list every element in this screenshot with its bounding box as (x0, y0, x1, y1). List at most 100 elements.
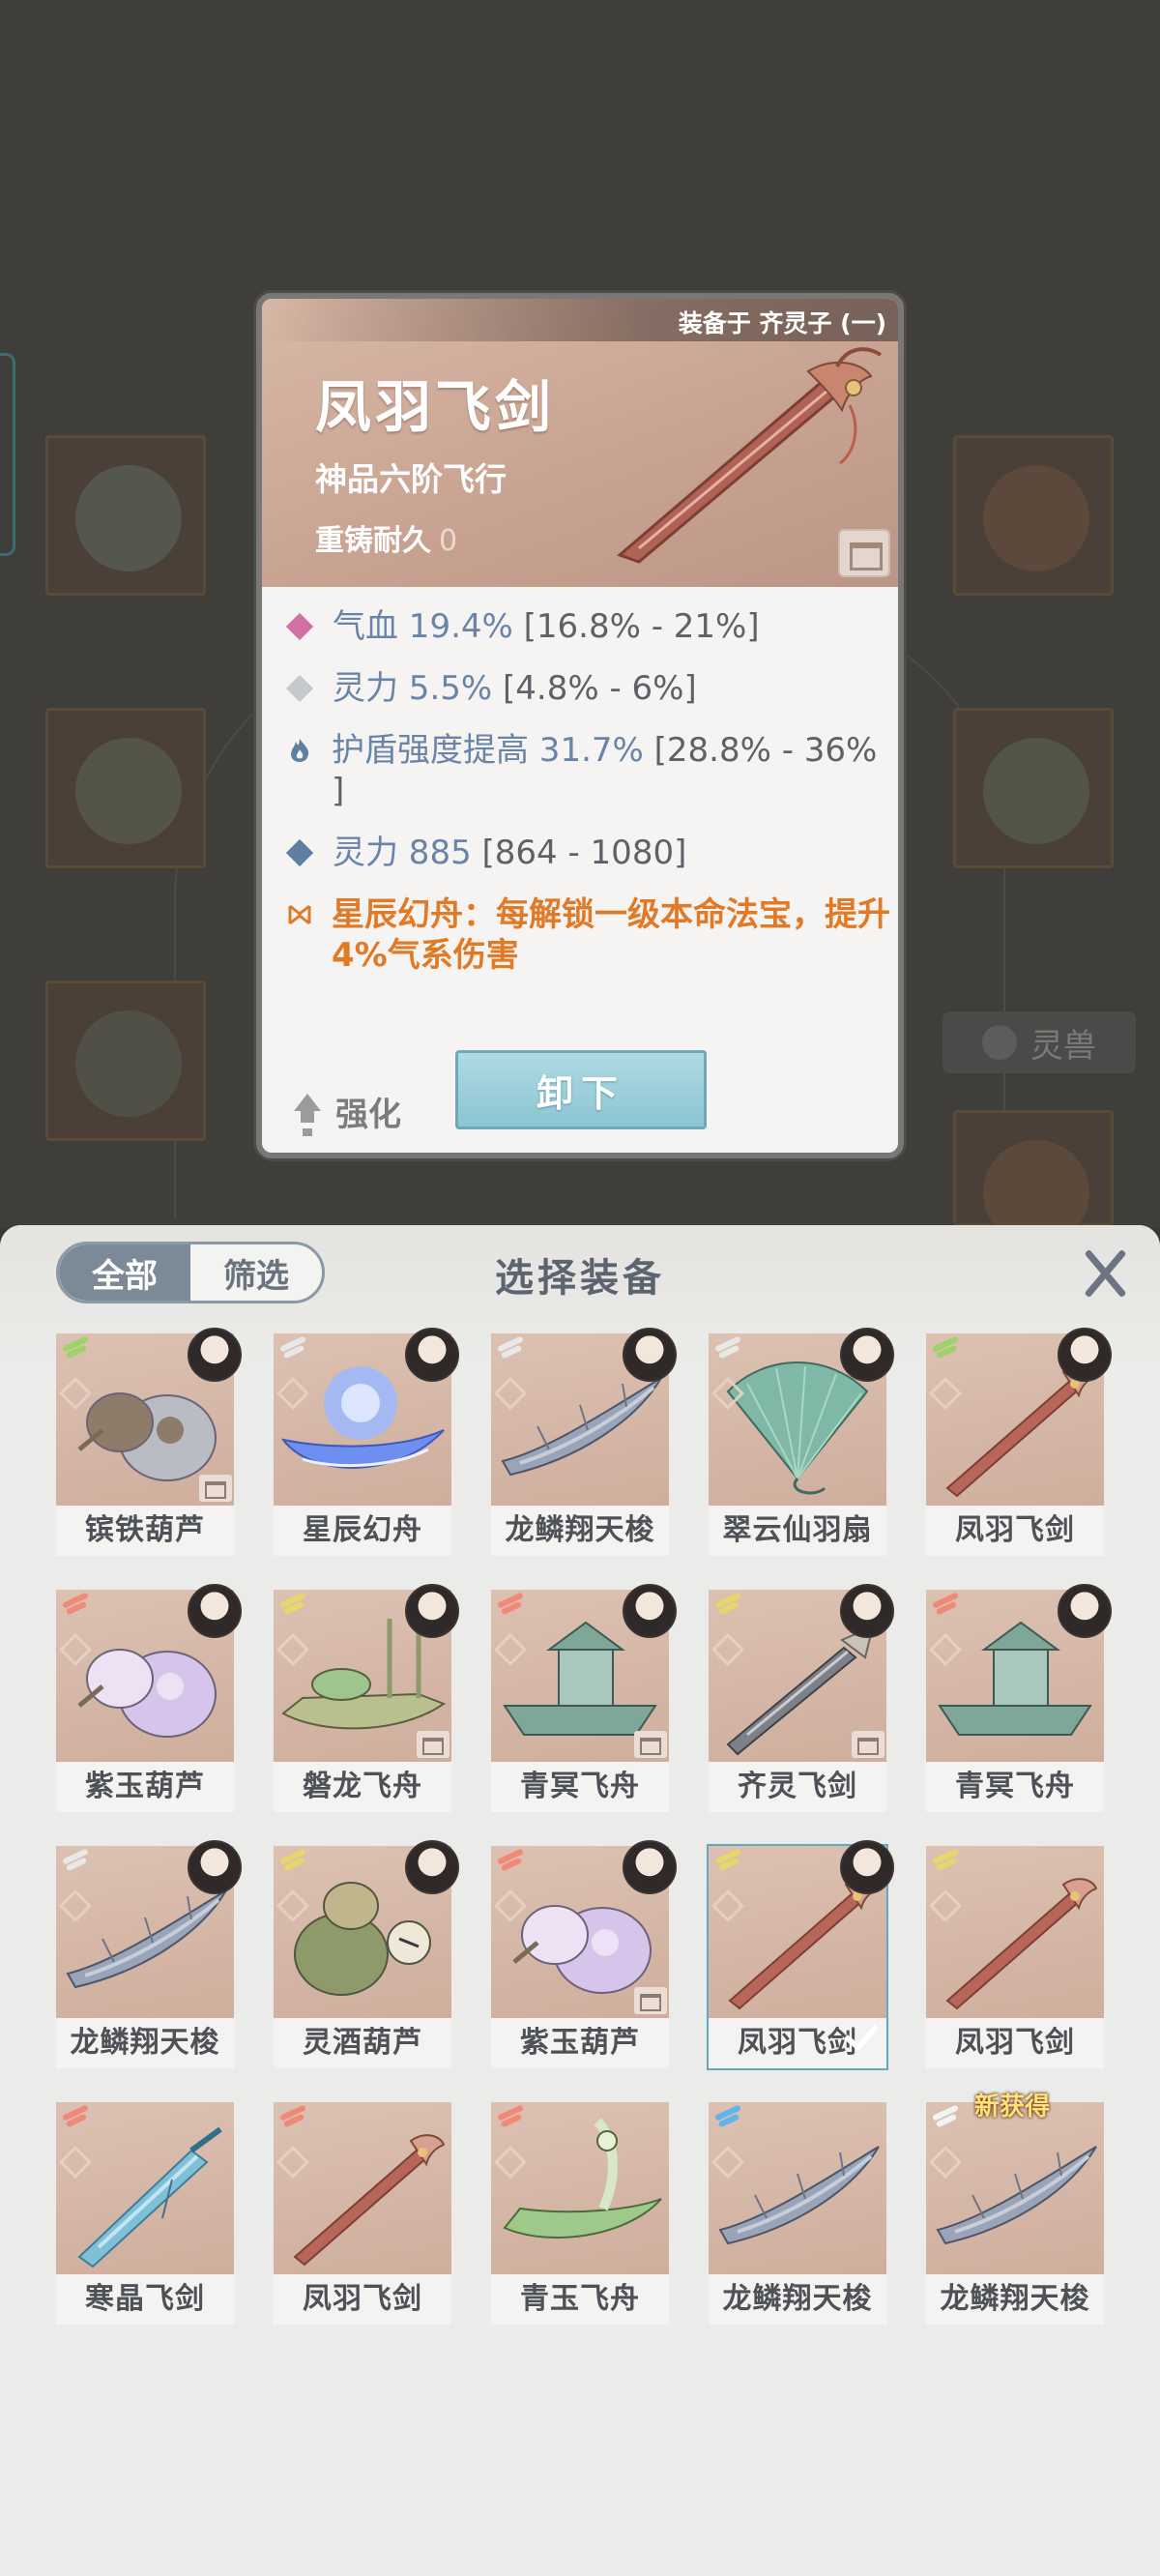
left-edge-tab[interactable] (0, 353, 15, 556)
equipment-name: 紫玉葫芦 (491, 2018, 669, 2068)
panel-title: 选择装备 (495, 1256, 665, 1301)
equipment-card[interactable]: 灵酒葫芦 (274, 1840, 459, 2068)
equipment-name: 龙鳞翔天梭 (926, 2274, 1104, 2325)
equipment-name: 凤羽飞剑 (926, 2018, 1104, 2068)
equipment-art (56, 2102, 234, 2274)
equipment-card[interactable]: 青冥飞舟 (491, 1584, 677, 1812)
grey-diamond-icon (285, 674, 314, 703)
equipment-name: 翠云仙羽扇 (709, 1506, 886, 1556)
rarity-wing-icon (497, 1850, 528, 1873)
background-equip-slot[interactable] (45, 708, 206, 868)
flame-icon (291, 739, 309, 762)
equipment-name: 青冥飞舟 (491, 1762, 669, 1812)
equipment-card[interactable]: 青玉飞舟 (491, 2102, 669, 2325)
owner-avatar (1058, 1584, 1112, 1638)
rarity-wing-icon (932, 1337, 963, 1361)
equipment-name: 凤羽飞剑 (926, 1506, 1104, 1556)
owner-avatar (188, 1840, 242, 1894)
rarity-wing-icon (932, 2106, 963, 2129)
equipment-card[interactable]: 齐灵飞剑 (709, 1584, 894, 1812)
background-equip-slot[interactable] (45, 435, 206, 596)
stat-row: 气血 19.4% [16.8% - 21%] (281, 606, 890, 647)
equipment-card[interactable]: 翠云仙羽扇 (709, 1328, 894, 1556)
owner-avatar (840, 1840, 894, 1894)
upgrade-arrow-icon (291, 1093, 324, 1130)
equipment-art (274, 2102, 451, 2274)
equipment-name: 龙鳞翔天梭 (56, 2018, 234, 2068)
lock-icon[interactable] (838, 529, 890, 577)
rarity-wing-icon (497, 2106, 528, 2129)
equipment-card[interactable]: 凤羽飞剑 (274, 2102, 451, 2325)
rarity-wing-icon (62, 1850, 93, 1873)
equipment-card[interactable]: 紫玉葫芦 (56, 1584, 242, 1812)
rarity-wing-icon (62, 2106, 93, 2129)
close-icon[interactable] (1081, 1246, 1129, 1301)
new-badge: 新获得 (974, 2093, 1051, 2122)
equipment-art (709, 2102, 886, 2274)
equipment-card[interactable]: 龙鳞翔天梭 (56, 1840, 242, 2068)
background-equip-slot[interactable] (953, 1110, 1114, 1246)
equipment-card[interactable]: 星辰幻舟 (274, 1328, 459, 1556)
blue-diamond-icon (285, 838, 314, 867)
equipment-card[interactable]: 凤羽飞剑 (926, 1846, 1104, 2068)
owner-avatar (1058, 1328, 1112, 1382)
rarity-wing-icon (714, 1850, 745, 1873)
rarity-wing-icon (62, 1594, 93, 1617)
owner-avatar (840, 1328, 894, 1382)
lock-icon (852, 1731, 884, 1758)
equipment-name: 青玉飞舟 (491, 2274, 669, 2325)
lock-icon (199, 1475, 232, 1502)
equipment-card[interactable]: 镔铁葫芦 (56, 1328, 242, 1556)
rarity-wing-icon (714, 1337, 745, 1361)
equipment-name: 龙鳞翔天梭 (491, 1506, 669, 1556)
item-grade: 神品六阶飞行 (315, 460, 507, 498)
owner-avatar (623, 1584, 677, 1638)
owner-avatar (840, 1584, 894, 1638)
owner-avatar (405, 1328, 459, 1382)
rarity-wing-icon (279, 1337, 310, 1361)
rarity-wing-icon (714, 2106, 745, 2129)
rarity-wing-icon (714, 1594, 745, 1617)
special-effect-icon (288, 904, 311, 925)
rarity-wing-icon (279, 1594, 310, 1617)
detail-header: 装备于 齐灵子 (一) 凤羽飞剑 神品六阶飞行 重铸耐久 0 (262, 299, 898, 587)
background-equip-slot[interactable] (45, 981, 206, 1141)
owner-avatar (188, 1328, 242, 1382)
unequip-button[interactable]: 卸下 (455, 1050, 707, 1129)
equipment-name: 灵酒葫芦 (274, 2018, 451, 2068)
equipment-name: 寒晶飞剑 (56, 2274, 234, 2325)
pink-diamond-icon (285, 612, 314, 641)
equipment-card[interactable]: 龙鳞翔天梭 新获得 (926, 2093, 1104, 2325)
recast-durability: 重铸耐久 0 (315, 524, 458, 558)
special-effect-row: 星辰幻舟：每解锁一级本命法宝，提升4%气系伤害 (281, 894, 890, 976)
background-equip-slot[interactable] (953, 708, 1114, 868)
equipment-card[interactable]: 龙鳞翔天梭 (709, 2102, 886, 2325)
equipment-card[interactable]: 龙鳞翔天梭 (491, 1328, 677, 1556)
lock-icon (417, 1731, 450, 1758)
rarity-wing-icon (932, 1594, 963, 1617)
lock-icon (634, 1731, 667, 1758)
select-equipment-panel: 全部 筛选 选择装备 镔铁葫芦 星辰幻舟 龙鳞翔天梭 翠云仙羽扇 凤羽飞剑 紫玉葫芦 磐龙飞… (0, 1225, 1160, 2576)
equipment-card[interactable]: 紫玉葫芦 (491, 1840, 677, 2068)
background-equip-slot[interactable] (953, 435, 1114, 596)
owner-avatar (405, 1840, 459, 1894)
enhance-button[interactable]: 强化 (291, 1088, 401, 1135)
spirit-beast-button[interactable]: 灵兽 (942, 1011, 1136, 1073)
lock-icon (634, 1987, 667, 2014)
equipment-name: 齐灵飞剑 (709, 1762, 886, 1812)
equipment-art (926, 2102, 1104, 2274)
rarity-wing-icon (497, 1594, 528, 1617)
stat-row: 护盾强度提高 31.7% [28.8% - 36% ] (281, 730, 890, 811)
equipment-name: 龙鳞翔天梭 (709, 2274, 886, 2325)
equipment-card[interactable]: 凤羽飞剑 (926, 1328, 1112, 1556)
equipment-card[interactable]: 凤羽飞剑 (707, 1840, 894, 2070)
equipment-card[interactable]: 寒晶飞剑 (56, 2102, 234, 2325)
beast-icon (982, 1025, 1017, 1060)
equipment-detail-card: 装备于 齐灵子 (一) 凤羽飞剑 神品六阶飞行 重铸耐久 0 气血 19.4% [… (256, 293, 904, 1158)
owner-avatar (623, 1328, 677, 1382)
equipment-card[interactable]: 青冥飞舟 (926, 1584, 1112, 1812)
rarity-wing-icon (62, 1337, 93, 1361)
equipment-name: 凤羽飞剑 (274, 2274, 451, 2325)
checkmark-icon (842, 2016, 881, 2055)
equipment-card[interactable]: 磐龙飞舟 (274, 1584, 459, 1812)
